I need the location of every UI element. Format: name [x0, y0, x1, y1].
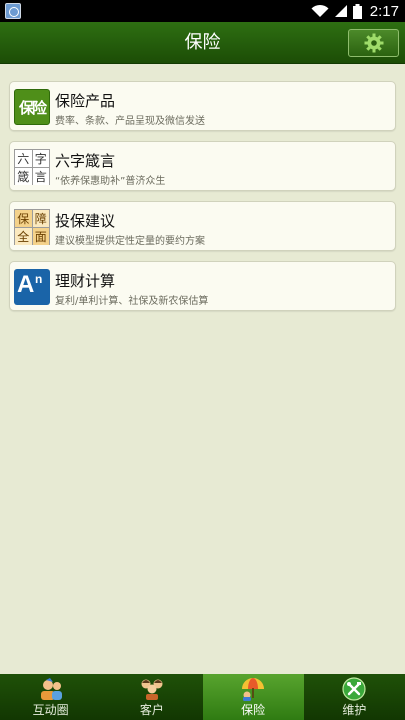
icon-char: 箴: [15, 168, 32, 185]
tab-insurance[interactable]: 保险: [202, 674, 304, 720]
icon-char: 全: [15, 228, 32, 245]
battery-icon: [352, 3, 362, 19]
status-indicators: 2:17: [311, 2, 399, 20]
tab-label: 客户: [139, 703, 164, 717]
menu-item-insurance-products[interactable]: 保险 保险产品 费率、条款、产品呈现及微信发送: [9, 81, 396, 131]
status-time: 2:17: [369, 2, 399, 20]
tab-label: 互动圈: [32, 703, 69, 717]
tab-label: 保险: [241, 703, 266, 717]
icon-char: 言: [32, 168, 49, 185]
menu-item-financial-calc[interactable]: A n 理财计算 复利/单利计算、社保及新农保估算: [9, 261, 396, 311]
icon-char: 保: [18, 98, 34, 117]
page-title: 保险: [184, 32, 221, 53]
icon-char: n: [35, 272, 43, 286]
tab-customers[interactable]: 客户: [101, 674, 202, 720]
menu-item-insurance-advice[interactable]: 保 障 全 面 投保建议 建议模型提供定性定量的要约方案: [9, 201, 396, 251]
notification-app-icon: [5, 3, 21, 19]
icon-char: 保: [15, 210, 32, 227]
bottom-tab-bar: 互动圈 客户 保险 维护: [0, 674, 405, 720]
gear-icon: [364, 33, 383, 53]
people-icon: [40, 678, 62, 700]
signal-icon: [334, 5, 347, 17]
icon-char: A: [17, 271, 35, 298]
menu-item-title: 投保建议: [55, 212, 116, 230]
menu-item-subtitle: 费率、条款、产品呈现及微信发送: [55, 116, 205, 127]
menu-item-subtitle: 建议模型提供定性定量的要约方案: [55, 236, 205, 247]
liuzi-icon: 六 字 箴 言: [14, 149, 50, 185]
menu-item-title: 理财计算: [55, 272, 116, 290]
baoxian-icon: 保险: [14, 89, 50, 125]
icon-char: 障: [32, 210, 49, 227]
tab-interaction-circle[interactable]: 互动圈: [0, 674, 101, 720]
menu-item-subtitle: “依养保惠助补”普济众生: [55, 176, 166, 187]
icon-char: 六: [15, 150, 32, 167]
customers-icon: [141, 679, 163, 700]
menu-list: 保险 保险产品 费率、条款、产品呈现及微信发送 六 字 箴 言 六字箴言 “依养…: [0, 64, 405, 674]
licai-icon: A n: [14, 269, 50, 305]
tools-icon: [342, 677, 366, 701]
tab-label: 维护: [342, 703, 367, 717]
menu-item-title: 保险产品: [55, 92, 116, 110]
menu-item-subtitle: 复利/单利计算、社保及新农保估算: [55, 296, 209, 307]
tab-maintenance[interactable]: 维护: [304, 674, 405, 720]
wifi-icon: [311, 4, 329, 17]
app-header: 保险: [0, 22, 405, 64]
settings-button[interactable]: [348, 29, 399, 57]
icon-char: 面: [32, 228, 49, 245]
baozhang-icon: 保 障 全 面: [14, 209, 50, 245]
umbrella-icon: [242, 678, 265, 701]
menu-item-six-word-motto[interactable]: 六 字 箴 言 六字箴言 “依养保惠助补”普济众生: [9, 141, 396, 191]
status-bar: 2:17: [0, 0, 405, 22]
icon-char: 险: [32, 98, 47, 117]
menu-item-title: 六字箴言: [55, 152, 116, 170]
icon-char: 字: [32, 150, 49, 167]
